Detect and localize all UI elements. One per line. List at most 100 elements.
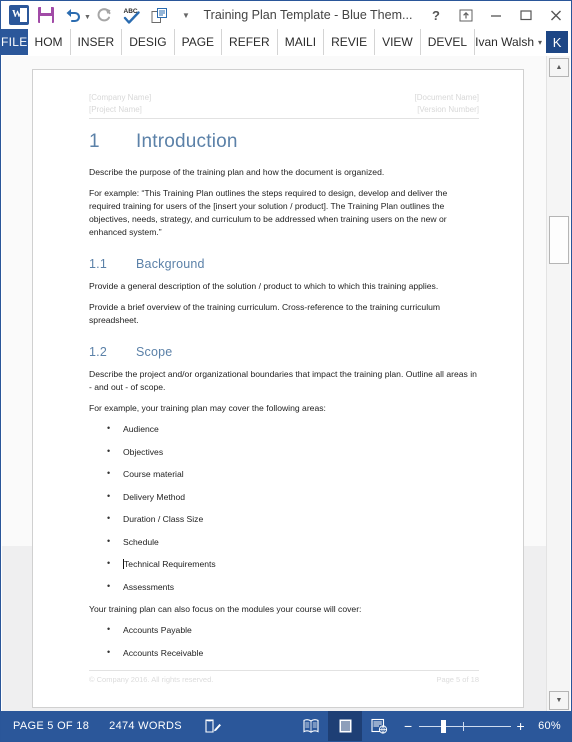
scroll-down-button[interactable]: ▼	[549, 691, 569, 710]
list-item: Assessments	[89, 580, 479, 594]
list-item: Accounts Receivable	[89, 646, 479, 660]
list-item: Accounts Payable	[89, 623, 479, 637]
account-dropdown-icon[interactable]: ▾	[538, 38, 542, 47]
proofing-errors-icon	[205, 718, 221, 733]
spelling-check-icon: ABC	[123, 8, 140, 24]
heading-number: 1.2	[89, 345, 107, 359]
header-document-name: [Document Name]	[414, 93, 479, 102]
account-area: Ivan Walsh ▾ K	[475, 29, 572, 55]
tab-home[interactable]: HOM	[28, 29, 71, 55]
footer-divider	[89, 670, 479, 671]
heading-1-introduction: 1 Introduction	[89, 129, 479, 155]
paragraph-background-description: Provide a general description of the sol…	[89, 281, 439, 291]
maximize-icon	[520, 10, 532, 21]
tab-references[interactable]: REFER	[222, 29, 278, 55]
paragraph-background-curriculum: Provide a brief overview of the training…	[89, 302, 441, 325]
avatar[interactable]: K	[546, 31, 569, 53]
list-item-label: Course material	[123, 469, 184, 479]
window-title: Training Plan Template - Blue Them...	[203, 8, 413, 22]
minimize-button[interactable]	[481, 2, 511, 28]
list-item: Delivery Method	[89, 490, 479, 504]
redo-button[interactable]	[92, 3, 118, 27]
bullet-list-modules: Accounts Payable Accounts Receivable	[89, 623, 479, 660]
zoom-out-button[interactable]: −	[404, 719, 412, 733]
header-project-name: [Project Name]	[89, 105, 142, 114]
paragraph-modules-intro: Your training plan can also focus on the…	[89, 604, 362, 614]
list-item-label: Technical Requirements	[124, 559, 216, 569]
list-item-label: Assessments	[123, 581, 175, 592]
print-preview-button[interactable]	[146, 3, 172, 27]
tab-view[interactable]: VIEW	[375, 29, 421, 55]
document-page[interactable]: [Company Name] [Project Name] [Document …	[32, 69, 524, 708]
customize-quick-access-toolbar-button[interactable]: ▼	[173, 3, 199, 27]
help-icon: ?	[432, 7, 440, 23]
proofing-status-button[interactable]	[204, 718, 222, 735]
zoom-level-label[interactable]: 60%	[531, 720, 561, 732]
help-button[interactable]: ?	[421, 2, 451, 28]
chevron-down-icon: ▼	[555, 697, 563, 704]
print-preview-icon	[151, 7, 167, 23]
tab-developer[interactable]: DEVEL	[421, 29, 476, 55]
print-layout-view-button[interactable]	[328, 711, 363, 741]
paragraph-intro-example: For example: “This Training Plan outline…	[89, 188, 448, 237]
word-logo-icon: W	[6, 3, 32, 27]
zoom-slider-tick	[462, 722, 464, 731]
tab-review[interactable]: REVIE	[324, 29, 376, 55]
paragraph-intro-purpose: Describe the purpose of the training pla…	[89, 167, 385, 177]
minimize-icon	[491, 15, 501, 17]
ribbon-display-options-icon	[459, 9, 473, 21]
page-indicator[interactable]: PAGE 5 OF 18	[1, 720, 89, 732]
zoom-in-button[interactable]: +	[517, 719, 525, 733]
footer-copyright: © Company 2016. All rights reserved.	[89, 675, 214, 684]
close-button[interactable]	[541, 2, 571, 28]
scrollbar-thumb[interactable]	[549, 216, 569, 264]
zoom-slider[interactable]	[418, 720, 511, 733]
spelling-grammar-button[interactable]: ABC	[119, 3, 145, 27]
page-header: [Company Name] [Project Name] [Document …	[89, 92, 479, 116]
web-layout-view-button[interactable]	[362, 711, 396, 741]
undo-dropdown-icon[interactable]: ▼	[84, 14, 91, 21]
redo-icon	[98, 8, 112, 22]
list-item-label: Objectives	[123, 446, 164, 457]
account-name[interactable]: Ivan Walsh	[475, 35, 534, 49]
list-item: Technical Requirements	[89, 557, 479, 571]
heading-number: 1.1	[89, 257, 107, 271]
heading-text: Introduction	[136, 131, 238, 152]
heading-2-scope: 1.2 Scope	[89, 343, 479, 361]
zoom-controls: − + 60%	[396, 719, 571, 733]
tab-design[interactable]: DESIG	[122, 29, 175, 55]
save-button[interactable]	[33, 3, 59, 27]
word-count[interactable]: 2474 WORDS	[89, 720, 182, 732]
tab-mailings[interactable]: MAILI	[278, 29, 325, 55]
maximize-button[interactable]	[511, 2, 541, 28]
list-item: Objectives	[89, 445, 479, 459]
header-version-number: [Version Number]	[417, 105, 479, 114]
chevron-up-icon: ▲	[555, 64, 563, 71]
list-item-label: Accounts Payable	[123, 625, 192, 635]
paragraph-scope-example-intro: For example, your training plan may cove…	[89, 403, 326, 413]
undo-icon	[66, 8, 80, 22]
zoom-slider-thumb[interactable]	[440, 720, 446, 733]
list-item-label: Accounts Receivable	[123, 647, 204, 658]
word-logo-letter: W	[12, 9, 22, 20]
paragraph-scope-boundaries: Describe the project and/or organization…	[89, 369, 477, 392]
ribbon-display-options-button[interactable]	[451, 2, 481, 28]
status-bar: PAGE 5 OF 18 2474 WORDS − + 60%	[1, 711, 571, 741]
quick-access-toolbar: W ▼ ABC ▼	[1, 3, 199, 27]
read-mode-view-button[interactable]	[294, 711, 328, 741]
zoom-slider-track	[418, 726, 511, 727]
scroll-up-button[interactable]: ▲	[549, 58, 569, 77]
tab-insert[interactable]: INSER	[71, 29, 123, 55]
vertical-scrollbar[interactable]: ▲ ▼	[546, 56, 570, 712]
heading-text: Scope	[136, 345, 173, 359]
tab-file[interactable]: FILE	[1, 29, 28, 55]
heading-2-background: 1.1 Background	[89, 255, 479, 273]
header-divider	[89, 118, 479, 119]
undo-button[interactable]	[60, 3, 86, 27]
footer-page-number: Page 5 of 18	[436, 675, 479, 684]
document-workspace: [Company Name] [Project Name] [Document …	[2, 56, 548, 712]
tab-page-layout[interactable]: PAGE	[175, 29, 223, 55]
window-controls: ?	[421, 2, 571, 28]
title-bar: W ▼ ABC ▼ Training Plan Template - Blue …	[1, 1, 571, 29]
print-layout-icon	[339, 719, 352, 733]
